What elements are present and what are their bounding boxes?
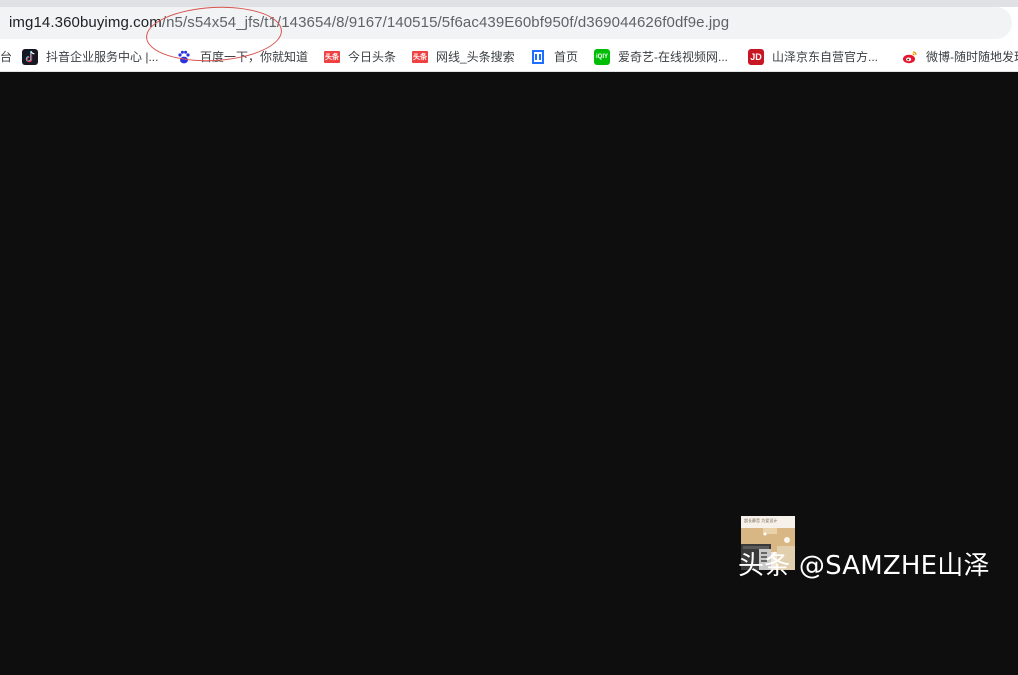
toutiao-watermark: 头条 @SAMZHE山泽 [738,551,990,581]
bookmarks-bar: 台 抖音企业服务中心 |... 百度一下，你就知道 头条 今日头条 头条 网线_… [0,42,1018,72]
bookmark-label: 首页 [554,50,579,64]
baidu-paw-icon [176,49,192,65]
bookmark-partial[interactable]: 台 [0,42,12,71]
url-domain: img14.360buyimg.com [9,14,162,31]
toutiao-icon: 头条 [324,50,340,63]
address-bar: img14.360buyimg.com/n5/s54x54_jfs/t1/143… [0,0,1018,42]
bookmark-baidu[interactable]: 百度一下，你就知道 [176,42,308,71]
bookmark-label: 今日头条 [348,50,397,64]
bookmark-douyin[interactable]: 抖音企业服务中心 |... [22,42,158,71]
url-text[interactable]: img14.360buyimg.com/n5/s54x54_jfs/t1/143… [9,13,729,33]
bookmark-label: 抖音企业服务中心 |... [46,50,159,64]
url-path: /n5/s54x54_jfs/t1/143654/8/9167/140515/5… [161,14,730,31]
jd-icon: JD [748,48,764,65]
image-viewer-background: 超长静音 为爱设计 [0,72,1018,675]
bookmark-toutiao[interactable]: 头条 今日头条 [324,42,396,71]
bookmark-label: 山泽京东自营官方... [772,50,879,64]
thumbnail-caption: 超长静音 为爱设计 [744,518,778,523]
bookmark-label: 微博-随时随地发现 [926,50,1018,64]
bookmark-label: 爱奇艺-在线视频网... [618,50,728,64]
toutiao-search-icon: 头条 [412,50,428,63]
bookmark-weibo[interactable]: 微博-随时随地发现 [902,42,1018,71]
douyin-icon [22,48,38,65]
homepage-icon [530,48,546,65]
weibo-icon [902,49,918,65]
bookmark-homepage[interactable]: 首页 [530,42,578,71]
iqiyi-icon: iQIY [594,48,610,65]
bookmark-label: 网线_头条搜索 [436,50,515,64]
bookmark-label: 百度一下，你就知道 [200,50,309,64]
bookmark-iqiyi[interactable]: iQIY 爱奇艺-在线视频网... [594,42,728,71]
bookmark-toutiao-search[interactable]: 头条 网线_头条搜索 [412,42,515,71]
bookmark-jd[interactable]: JD 山泽京东自营官方... [748,42,878,71]
bookmark-label: 台 [0,50,13,64]
tab-strip [0,0,1018,7]
browser-window: img14.360buyimg.com/n5/s54x54_jfs/t1/143… [0,0,1018,675]
